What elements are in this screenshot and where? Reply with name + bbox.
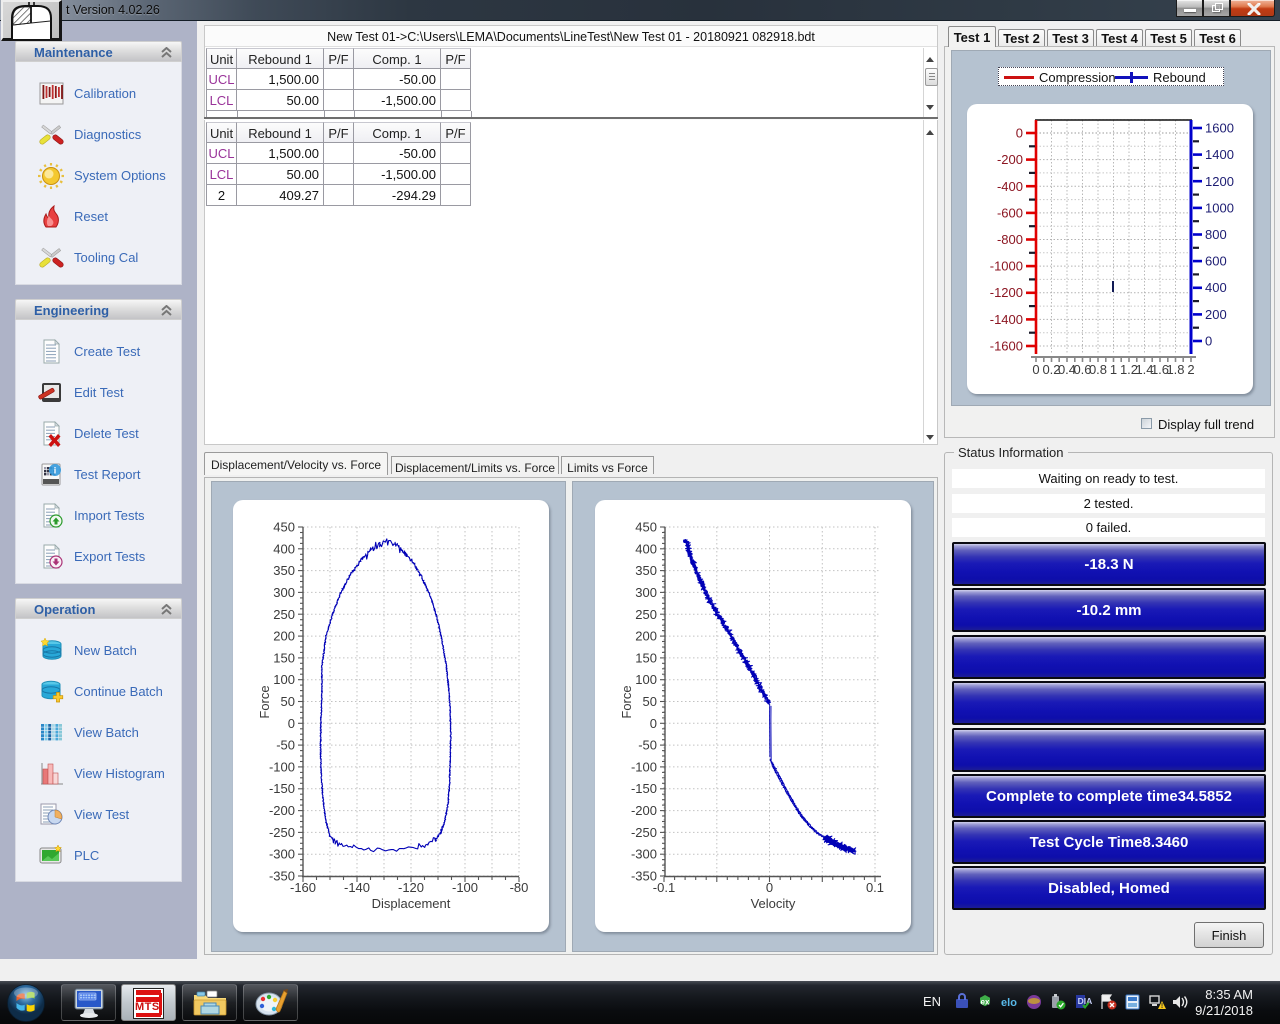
svg-text:-800: -800: [997, 232, 1023, 247]
svg-text:300: 300: [635, 585, 657, 600]
svg-text:-120: -120: [398, 880, 424, 895]
svg-text:-1000: -1000: [990, 259, 1023, 274]
svg-text:-300: -300: [269, 847, 295, 862]
svg-text:Force: Force: [257, 685, 272, 718]
svg-text:Displacement: Displacement: [372, 896, 451, 911]
svg-text:-200: -200: [269, 803, 295, 818]
svg-text:DIA: DIA: [1078, 996, 1093, 1006]
svg-text:-400: -400: [997, 179, 1023, 194]
svg-text:450: 450: [273, 520, 295, 535]
svg-text:-160: -160: [290, 880, 316, 895]
svg-text:-50: -50: [638, 738, 657, 753]
svg-text:0.8: 0.8: [1089, 362, 1107, 377]
svg-text:0: 0: [1205, 334, 1212, 349]
svg-text:elo: elo: [1001, 997, 1017, 1009]
svg-text:350: 350: [273, 563, 295, 578]
svg-text:1000: 1000: [1205, 200, 1234, 215]
svg-text:800: 800: [1205, 227, 1227, 242]
svg-text:150: 150: [635, 650, 657, 665]
svg-text:!: !: [1161, 1003, 1163, 1010]
svg-text:-250: -250: [631, 825, 657, 840]
svg-text:1: 1: [1110, 362, 1117, 377]
svg-text:350: 350: [635, 563, 657, 578]
svg-text:0: 0: [766, 880, 773, 895]
svg-text:-100: -100: [269, 759, 295, 774]
svg-text:-80: -80: [510, 880, 529, 895]
svg-text:-100: -100: [452, 880, 478, 895]
svg-text:-0.1: -0.1: [653, 880, 675, 895]
svg-text:1600: 1600: [1205, 121, 1234, 136]
svg-text:-600: -600: [997, 205, 1023, 220]
svg-text:-1400: -1400: [990, 312, 1023, 327]
svg-text:0: 0: [650, 716, 657, 731]
svg-text:50: 50: [281, 694, 295, 709]
svg-text:-1600: -1600: [990, 339, 1023, 354]
svg-text:-250: -250: [269, 825, 295, 840]
svg-text:100: 100: [273, 672, 295, 687]
svg-text:400: 400: [635, 541, 657, 556]
svg-text:-100: -100: [631, 759, 657, 774]
svg-text:ex: ex: [981, 998, 990, 1007]
svg-text:450: 450: [635, 520, 657, 535]
svg-text:2: 2: [1187, 362, 1194, 377]
svg-text:-1200: -1200: [990, 285, 1023, 300]
svg-text:200: 200: [273, 629, 295, 644]
svg-text:200: 200: [635, 629, 657, 644]
svg-text:400: 400: [1205, 280, 1227, 295]
svg-text:-300: -300: [631, 847, 657, 862]
svg-text:Force: Force: [619, 685, 634, 718]
svg-text:0.1: 0.1: [866, 880, 884, 895]
svg-text:1400: 1400: [1205, 147, 1234, 162]
svg-text:0: 0: [288, 716, 295, 731]
svg-text:-150: -150: [631, 781, 657, 796]
svg-text:100: 100: [635, 672, 657, 687]
svg-text:-200: -200: [631, 803, 657, 818]
svg-text:Velocity: Velocity: [751, 896, 796, 911]
svg-text:200: 200: [1205, 307, 1227, 322]
svg-text:400: 400: [273, 541, 295, 556]
svg-text:150: 150: [273, 650, 295, 665]
svg-text:250: 250: [273, 607, 295, 622]
svg-text:-50: -50: [276, 738, 295, 753]
svg-text:i: i: [54, 466, 57, 476]
svg-text:250: 250: [635, 607, 657, 622]
svg-text:600: 600: [1205, 254, 1227, 269]
svg-text:-150: -150: [269, 781, 295, 796]
svg-text:1200: 1200: [1205, 174, 1234, 189]
svg-text:50: 50: [643, 694, 657, 709]
svg-text:0: 0: [1016, 126, 1023, 141]
svg-text:-200: -200: [997, 152, 1023, 167]
svg-text:0: 0: [1032, 362, 1039, 377]
svg-text:1.8: 1.8: [1166, 362, 1184, 377]
svg-text:300: 300: [273, 585, 295, 600]
svg-text:-140: -140: [344, 880, 370, 895]
